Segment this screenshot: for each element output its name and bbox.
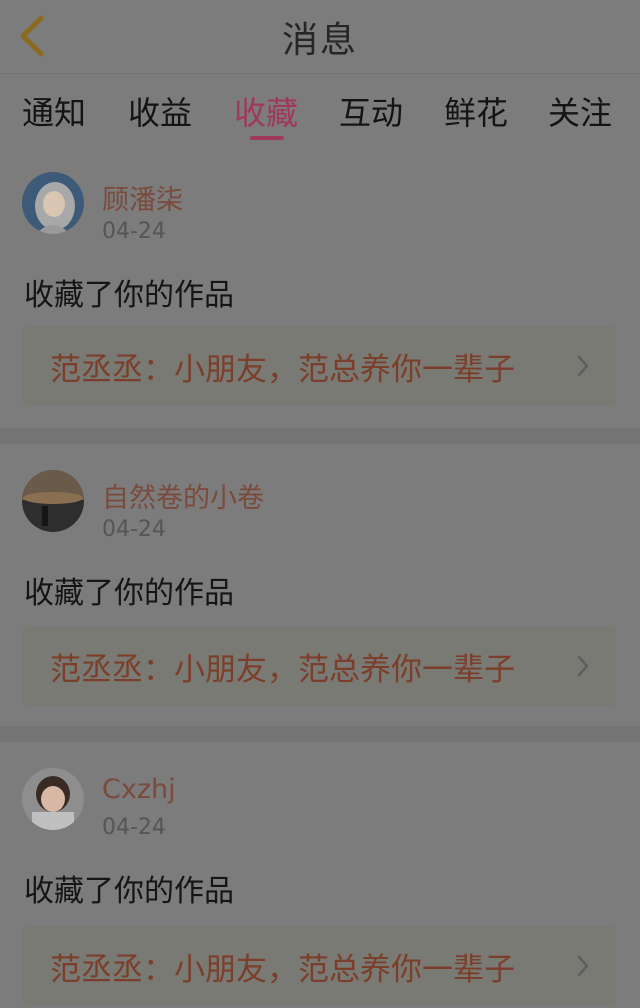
avatar-image <box>22 172 84 234</box>
work-link[interactable]: 范丞丞：小朋友，范总养你一辈子 <box>22 926 616 1006</box>
tab-earnings[interactable]: 收益 <box>128 88 192 134</box>
list-item: 顾潘柒 04-24 收藏了你的作品 范丞丞：小朋友，范总养你一辈子 <box>0 146 640 428</box>
tab-interactions[interactable]: 互动 <box>339 88 403 134</box>
chevron-right-icon <box>577 655 589 677</box>
activity-text: 收藏了你的作品 <box>24 278 234 313</box>
back-button[interactable] <box>10 10 52 62</box>
work-link[interactable]: 范丞丞：小朋友，范总养你一辈子 <box>22 326 616 406</box>
work-link[interactable]: 范丞丞：小朋友，范总养你一辈子 <box>22 626 616 706</box>
tab-favorites[interactable]: 收藏 <box>234 88 298 134</box>
chevron-left-icon <box>20 15 44 57</box>
active-tab-indicator <box>250 136 284 140</box>
chevron-right-icon <box>577 955 589 977</box>
page-title: 消息 <box>281 19 358 61</box>
activity-text: 收藏了你的作品 <box>24 874 234 909</box>
chevron-right-icon <box>577 355 589 377</box>
list-item: Cxzhj 04-24 收藏了你的作品 范丞丞：小朋友，范总养你一辈子 <box>0 742 640 1008</box>
work-title: 范丞丞：小朋友，范总养你一辈子 <box>50 351 515 388</box>
avatar[interactable] <box>22 470 84 532</box>
username[interactable]: 顾潘柒 <box>102 178 183 217</box>
avatar[interactable] <box>22 172 84 234</box>
divider <box>0 428 640 444</box>
timestamp: 04-24 <box>102 517 166 542</box>
username[interactable]: 自然卷的小卷 <box>102 476 264 515</box>
list-item: 自然卷的小卷 04-24 收藏了你的作品 范丞丞：小朋友，范总养你一辈子 <box>0 444 640 726</box>
tab-notifications[interactable]: 通知 <box>22 88 86 134</box>
tab-following[interactable]: 关注 <box>548 88 612 134</box>
avatar-image <box>22 768 84 830</box>
username[interactable]: Cxzhj <box>102 774 176 805</box>
tab-bar: 通知 收益 收藏 互动 鲜花 关注 <box>0 74 640 146</box>
messages-screen: 消息 通知 收益 收藏 互动 鲜花 关注 顾潘柒 04-24 收藏了你的作品 范… <box>0 0 640 1008</box>
top-bar: 消息 <box>0 0 640 74</box>
activity-text: 收藏了你的作品 <box>24 576 234 611</box>
tab-flowers[interactable]: 鲜花 <box>444 88 508 134</box>
divider <box>0 726 640 742</box>
avatar[interactable] <box>22 768 84 830</box>
work-title: 范丞丞：小朋友，范总养你一辈子 <box>50 651 515 688</box>
timestamp: 04-24 <box>102 815 166 840</box>
timestamp: 04-24 <box>102 219 166 244</box>
work-title: 范丞丞：小朋友，范总养你一辈子 <box>50 951 515 988</box>
avatar-image <box>22 470 84 532</box>
